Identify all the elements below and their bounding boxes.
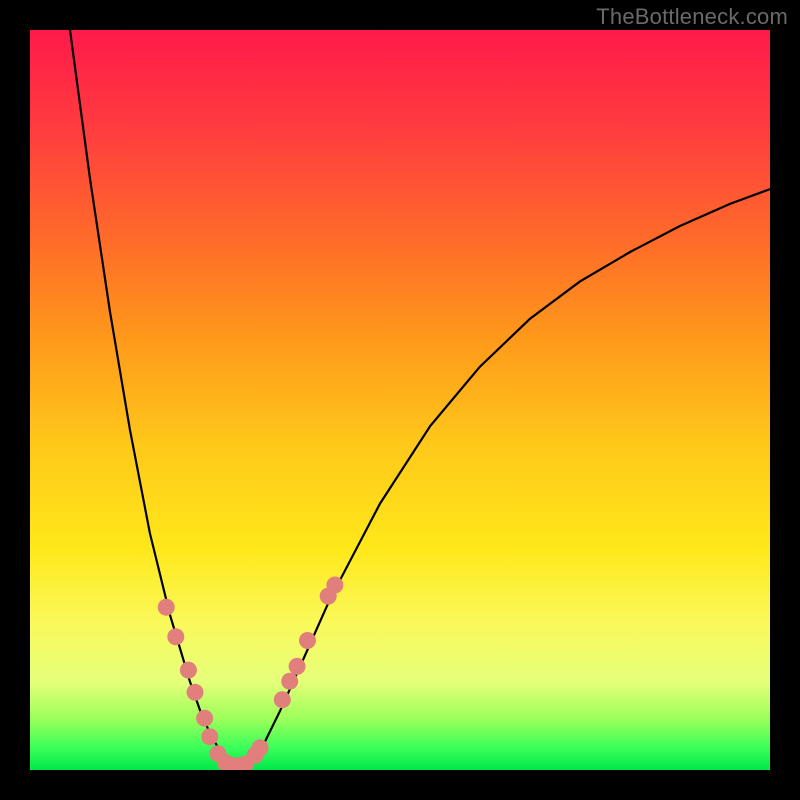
highlight-dot xyxy=(187,684,204,701)
highlight-dots-group xyxy=(158,577,344,771)
curve-left xyxy=(70,30,230,768)
curve-overlay xyxy=(30,30,770,770)
highlight-dot xyxy=(281,673,298,690)
highlight-dot xyxy=(274,691,291,708)
highlight-dot xyxy=(201,728,218,745)
plot-area xyxy=(30,30,770,770)
highlight-dot xyxy=(158,599,175,616)
highlight-dot xyxy=(196,710,213,727)
chart-frame: TheBottleneck.com xyxy=(0,0,800,800)
highlight-dot xyxy=(326,577,343,594)
highlight-dot xyxy=(299,632,316,649)
highlight-dot xyxy=(289,658,306,675)
highlight-dot xyxy=(167,628,184,645)
watermark-text: TheBottleneck.com xyxy=(596,4,788,30)
highlight-dot xyxy=(252,739,269,756)
curve-right xyxy=(230,189,770,768)
highlight-dot xyxy=(180,662,197,679)
